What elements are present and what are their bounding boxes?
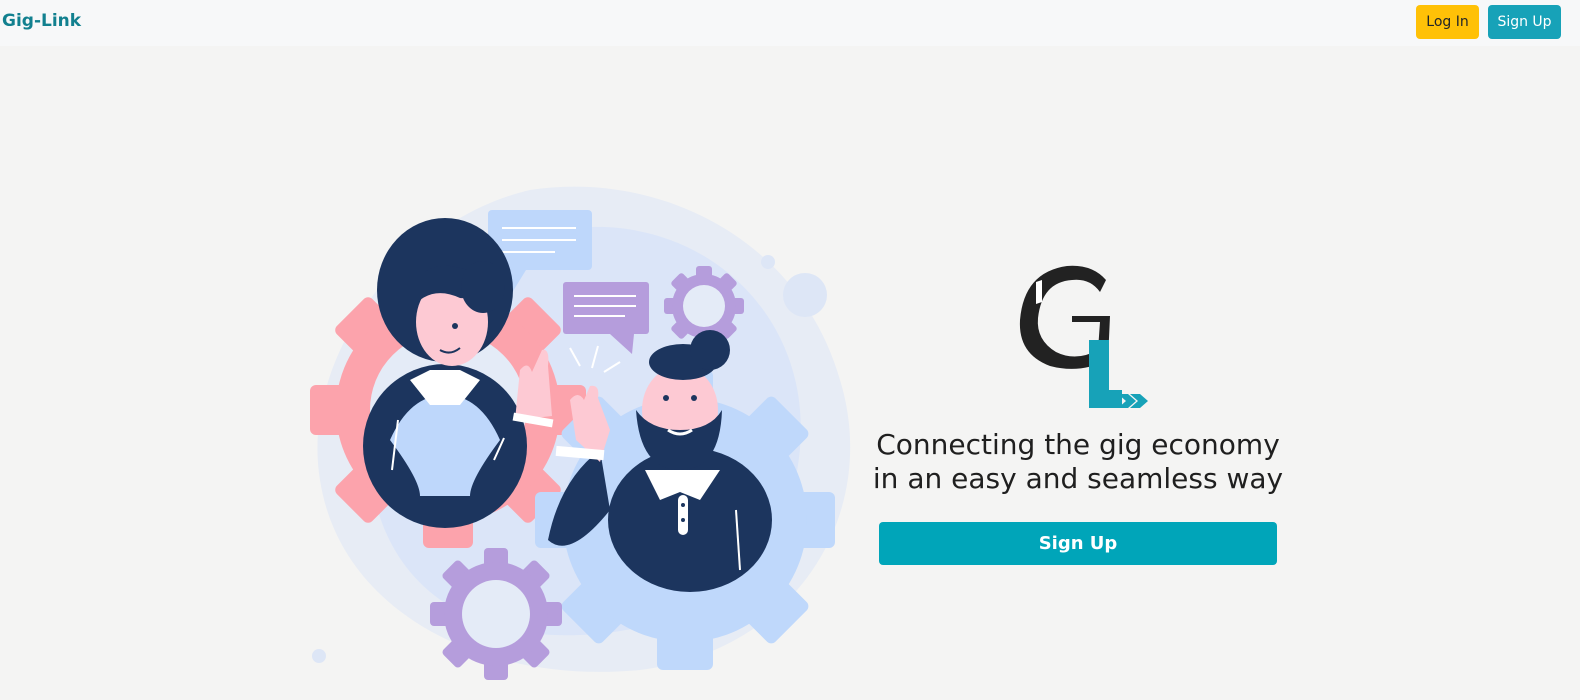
hero-signup-button[interactable]: Sign Up bbox=[879, 522, 1277, 565]
gig-link-logo-icon bbox=[1019, 265, 1148, 408]
login-button[interactable]: Log In bbox=[1416, 5, 1479, 39]
tagline-line-2: in an easy and seamless way bbox=[872, 462, 1284, 495]
teamwork-illustration bbox=[310, 186, 851, 680]
signup-nav-button[interactable]: Sign Up bbox=[1488, 5, 1561, 39]
hero-tagline: Connecting the gig economy in an easy an… bbox=[860, 428, 1296, 496]
top-navbar: Gig-Link Log In Sign Up bbox=[0, 0, 1580, 46]
brand-link[interactable]: Gig-Link bbox=[2, 11, 81, 31]
tagline-line-1: Connecting the gig economy bbox=[876, 428, 1280, 461]
